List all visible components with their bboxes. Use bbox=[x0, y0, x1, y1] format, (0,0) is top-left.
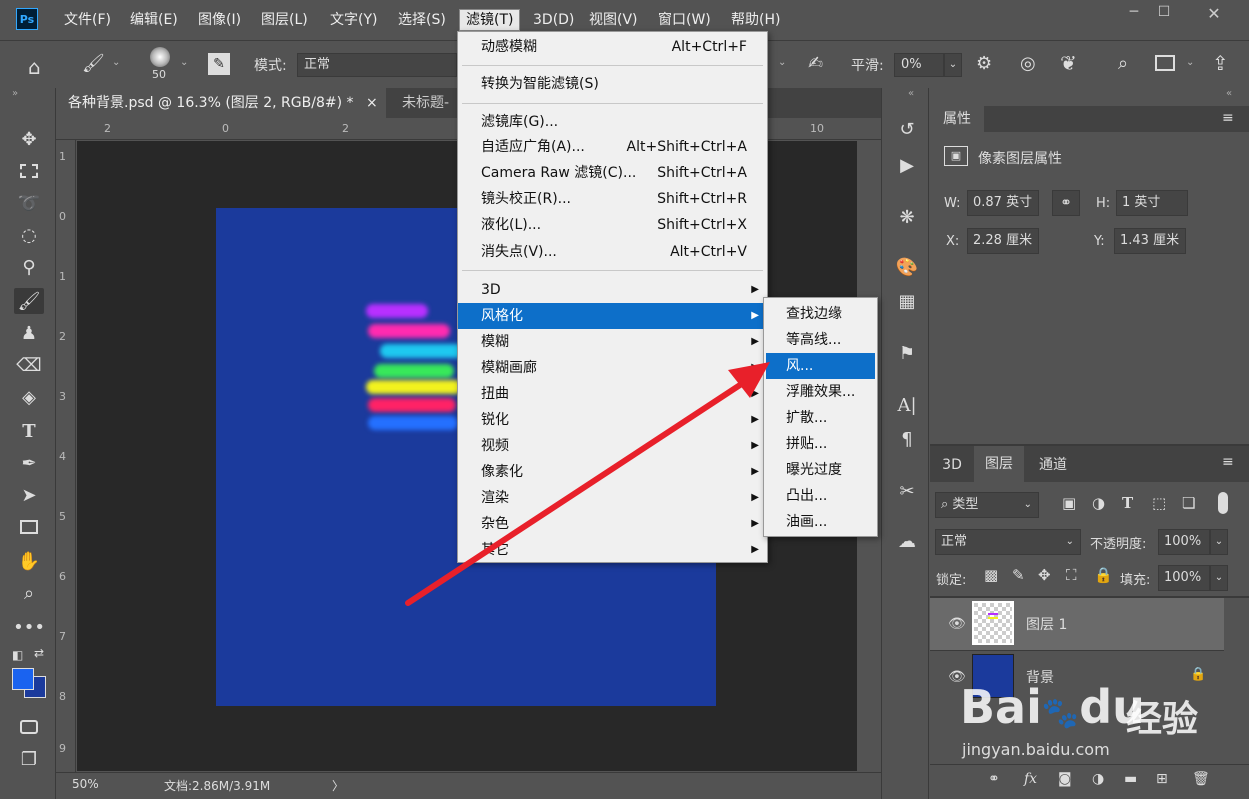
annotation-arrow bbox=[405, 362, 770, 606]
